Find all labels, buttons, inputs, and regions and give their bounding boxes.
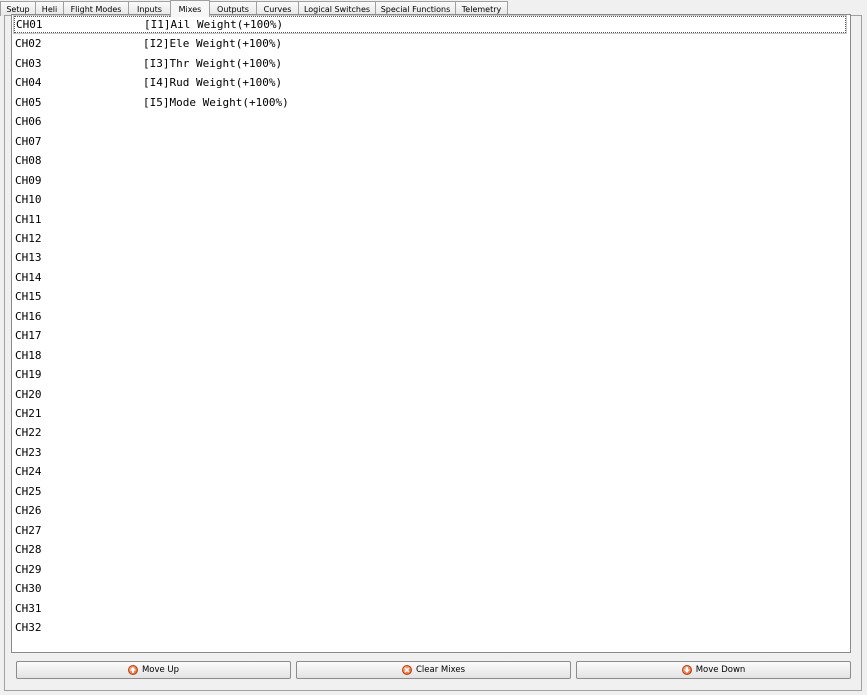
mix-row[interactable]: CH24 — [14, 463, 846, 480]
channel-label: CH01 — [16, 18, 43, 31]
mix-row[interactable]: CH01 [I1]Ail Weight(+100%) — [13, 15, 847, 34]
clear-icon — [401, 665, 412, 675]
mix-row[interactable]: CH20 — [14, 386, 846, 403]
mix-row[interactable]: CH25 — [14, 483, 846, 500]
mix-row[interactable]: CH15 — [14, 288, 846, 305]
arrow-down-icon — [681, 665, 692, 675]
mix-row[interactable]: CH12 — [14, 230, 846, 247]
mix-row[interactable]: CH11 — [14, 211, 846, 228]
move-up-button[interactable]: Move Up — [16, 661, 291, 679]
clear-mixes-button[interactable]: Clear Mixes — [296, 661, 571, 679]
channel-label: CH02 — [15, 37, 42, 51]
channel-label: CH28 — [15, 543, 42, 557]
channel-label: CH19 — [15, 368, 42, 382]
channel-label: CH13 — [15, 251, 42, 265]
channel-label: CH27 — [15, 523, 42, 537]
channel-label: CH30 — [15, 582, 42, 596]
mix-row[interactable]: CH06 — [14, 113, 846, 130]
channel-label: CH18 — [15, 348, 42, 362]
channel-label: CH15 — [15, 290, 42, 304]
mix-row[interactable]: CH27 — [14, 522, 846, 539]
channel-label: CH09 — [15, 173, 42, 187]
channel-label: CH31 — [15, 601, 42, 615]
channel-label: CH24 — [15, 465, 42, 479]
mix-row[interactable]: CH13 — [14, 249, 846, 266]
move-down-button[interactable]: Move Down — [576, 661, 851, 679]
channel-label: CH14 — [15, 270, 42, 284]
mix-row[interactable]: CH22 — [14, 424, 846, 441]
mix-row[interactable]: CH09 — [14, 172, 846, 189]
channel-label: CH17 — [15, 329, 42, 343]
tab-mixes[interactable]: Mixes — [170, 0, 210, 17]
mix-description: [I2]Ele Weight(+100%) — [143, 37, 283, 51]
channel-label: CH12 — [15, 231, 42, 245]
mix-row[interactable]: CH08 — [14, 152, 846, 169]
channel-label: CH11 — [15, 212, 42, 226]
mix-row[interactable]: CH19 — [14, 366, 846, 383]
mix-row[interactable]: CH28 — [14, 541, 846, 558]
mix-row[interactable]: CH07 — [14, 133, 846, 150]
channel-label: CH22 — [15, 426, 42, 440]
channel-label: CH23 — [15, 445, 42, 459]
mix-row[interactable]: CH18 — [14, 347, 846, 364]
mix-row[interactable]: CH21 — [14, 405, 846, 422]
channel-label: CH21 — [15, 407, 42, 420]
mix-row[interactable]: CH31 — [14, 600, 846, 617]
mix-description: [I4]Rud Weight(+100%) — [143, 76, 283, 90]
channel-label: CH32 — [15, 620, 42, 634]
channel-label: CH10 — [15, 193, 42, 207]
mix-row[interactable]: CH16 — [14, 308, 846, 325]
channel-label: CH06 — [15, 115, 42, 129]
mix-row[interactable]: CH32 — [14, 619, 846, 636]
mix-row[interactable]: CH04 [I4]Rud Weight(+100%) — [14, 74, 846, 91]
mix-row[interactable]: CH03 [I3]Thr Weight(+100%) — [14, 55, 846, 72]
mix-row[interactable]: CH17 — [14, 327, 846, 344]
channel-label: CH26 — [15, 504, 42, 518]
mix-row[interactable]: CH30 — [14, 580, 846, 597]
channel-label: CH03 — [15, 56, 42, 70]
channel-label: CH07 — [15, 134, 42, 148]
move-up-label: Move Up — [141, 665, 180, 675]
mix-description: [I1]Ail Weight(+100%) — [144, 18, 284, 31]
channel-label: CH20 — [15, 387, 42, 401]
arrow-up-icon — [127, 665, 138, 675]
mix-row[interactable]: CH02 [I2]Ele Weight(+100%) — [14, 35, 846, 52]
mix-row[interactable]: CH29 — [14, 561, 846, 578]
channel-label: CH08 — [15, 154, 42, 168]
channel-label: CH04 — [15, 76, 42, 90]
channel-label: CH25 — [15, 484, 42, 498]
mix-row[interactable]: CH14 — [14, 269, 846, 286]
mix-row[interactable]: CH23 — [14, 444, 846, 461]
move-down-label: Move Down — [695, 665, 746, 675]
channel-label: CH16 — [15, 309, 42, 323]
mixes-list[interactable]: CH01 [I1]Ail Weight(+100%) CH02 [I2]Ele Wei… — [11, 14, 851, 653]
mix-description: [I5]Mode Weight(+100%) — [143, 95, 289, 109]
mix-row[interactable]: CH05 [I5]Mode Weight(+100%) — [14, 94, 846, 111]
clear-mixes-label: Clear Mixes — [415, 665, 466, 675]
channel-label: CH29 — [15, 562, 42, 576]
mix-row[interactable]: CH10 — [14, 191, 846, 208]
mix-row[interactable]: CH26 — [14, 502, 846, 519]
mix-description: [I3]Thr Weight(+100%) — [143, 56, 283, 70]
channel-label: CH05 — [15, 95, 42, 109]
